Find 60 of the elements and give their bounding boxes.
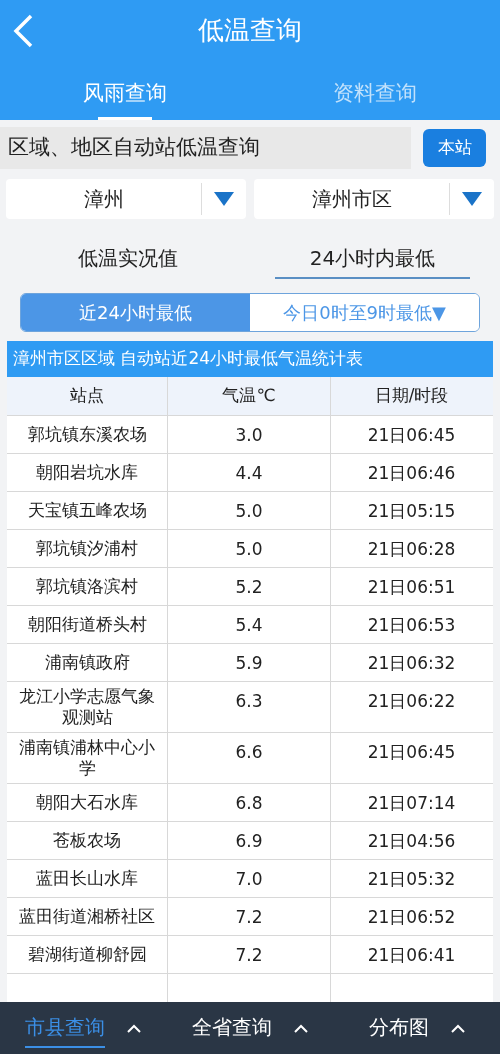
table-cell-text: 6.3 — [235, 690, 263, 713]
column-header: 日期/时段 — [373, 384, 450, 408]
table-cell-text: 21日05:32 — [367, 868, 456, 891]
expand-up-icon[interactable] — [127, 1023, 142, 1033]
table-cell-text: 21日06:45 — [367, 741, 456, 764]
table-cell-text: 3.0 — [235, 424, 263, 447]
table-cell-text: 5.9 — [235, 652, 263, 675]
query-title: 区域、地区自动站低温查询 — [0, 127, 411, 169]
table-cell-text: 21日07:14 — [367, 792, 456, 815]
table-title: 漳州市区区域 自动站近24小时最低气温统计表 — [7, 341, 493, 377]
table-cell-text: 21日06:41 — [367, 944, 456, 967]
table-cell: 浦南镇政府 — [44, 652, 130, 673]
back-icon[interactable] — [12, 14, 34, 48]
table-cell-text: 7.2 — [235, 944, 263, 967]
table-cell-text: 21日06:46 — [367, 462, 456, 485]
table-cell: 蓝田街道湘桥社区 — [19, 906, 155, 927]
nav-tab[interactable]: 全省查询 — [192, 1008, 272, 1048]
table-cell-text: 21日05:15 — [367, 500, 456, 523]
table-cell: 郭坑镇汐浦村 — [36, 538, 138, 559]
local-station-button[interactable]: 本站 — [423, 129, 486, 167]
table-cell: 朝阳岩坑水库 — [36, 462, 138, 483]
region-dropdown[interactable]: 漳州市区 — [254, 179, 494, 219]
dropdown-arrow-icon — [214, 192, 234, 206]
table-cell-text: 21日06:28 — [367, 538, 456, 561]
table-cell-text: 21日06:53 — [367, 614, 456, 637]
table-cell-text: 21日06:32 — [367, 652, 456, 675]
table-cell: 郭坑镇东溪农场 — [27, 424, 147, 445]
expand-up-icon[interactable] — [450, 1023, 465, 1033]
table-cell-text: 龙江小学志愿气象观测站 — [18, 686, 156, 728]
table-cell-text: 5.4 — [235, 614, 263, 637]
table-cell-text: 21日06:51 — [367, 576, 456, 599]
table-cell: 蓝田长山水库 — [36, 868, 138, 889]
table-cell-text: 7.2 — [235, 906, 263, 929]
table-cell: 天宝镇五峰农场 — [27, 500, 147, 521]
table-cell: 朝阳街道桥头村 — [27, 614, 147, 635]
table-cell-text: 6.8 — [235, 792, 263, 815]
table-cell-text: 6.6 — [235, 741, 263, 764]
expand-up-icon[interactable] — [294, 1023, 308, 1033]
table-cell-text: 21日06:45 — [367, 424, 456, 447]
nav-tab[interactable]: 市县查询 — [25, 1008, 106, 1048]
table-cell-text: 6.9 — [235, 830, 263, 853]
table-cell: 碧湖街道柳舒园 — [27, 944, 147, 965]
table-cell-text: 21日06:22 — [367, 690, 456, 713]
table-cell: 苍板农场 — [53, 830, 121, 851]
dropdown-arrow-icon — [462, 192, 482, 206]
table-cell-text: 5.0 — [235, 500, 263, 523]
table-cell-text: 5.2 — [235, 576, 263, 599]
table-cell-text: 5.0 — [235, 538, 263, 561]
nav-tab[interactable]: 分布图 — [368, 1008, 429, 1048]
region-dropdown[interactable]: 漳州 — [6, 179, 246, 219]
mode-tab[interactable]: 低温实况值 — [30, 239, 225, 279]
table-cell-text: 21日06:52 — [367, 906, 456, 929]
mode-tab[interactable]: 24小时内最低 — [275, 239, 470, 279]
page-title: 低温查询 — [198, 13, 302, 47]
table-cell-text: 7.0 — [235, 868, 263, 891]
table-cell-text: 21日04:56 — [367, 830, 456, 853]
table-cell: 郭坑镇洛滨村 — [36, 576, 138, 597]
table-cell: 朝阳大石水库 — [36, 792, 138, 813]
table-cell-text: 4.4 — [235, 462, 263, 485]
table-cell-text: 浦南镇浦林中心小学 — [18, 737, 156, 779]
